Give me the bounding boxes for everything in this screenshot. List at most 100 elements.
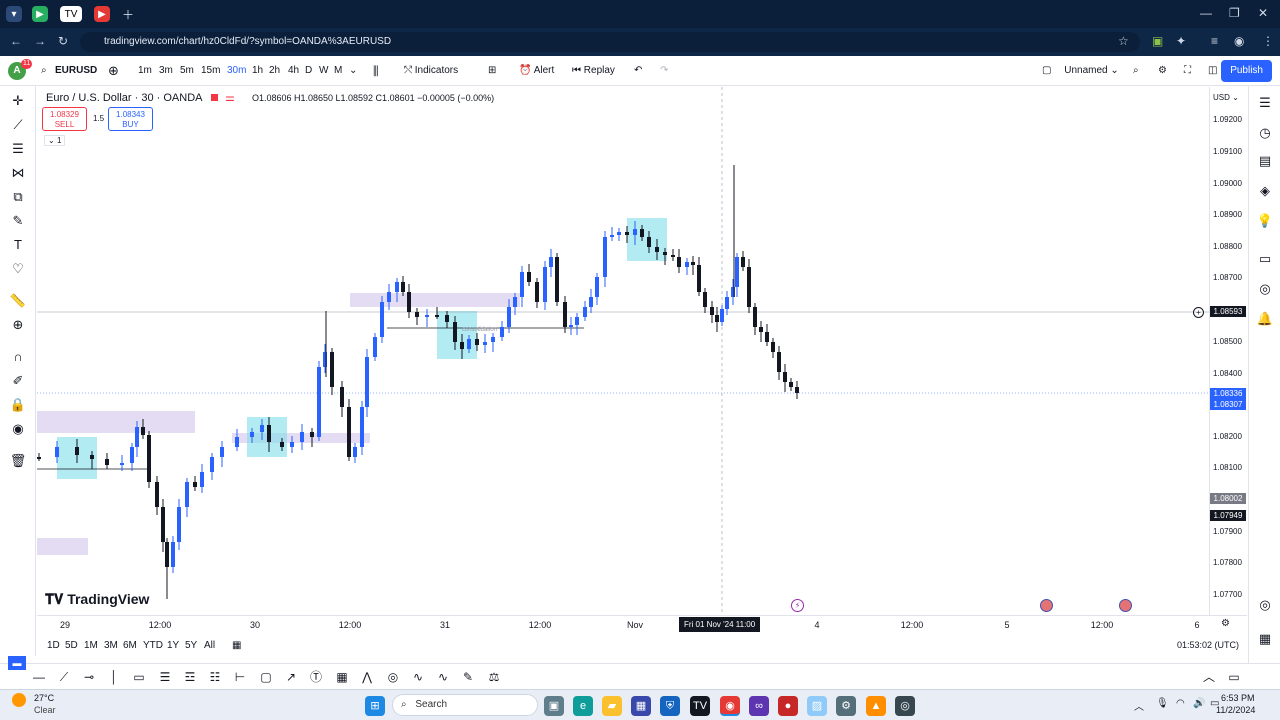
range-6M[interactable]: 6M [123, 640, 137, 651]
abcd-icon[interactable]: ∿ [434, 668, 452, 686]
time-scale[interactable]: 2912:003012:003112:00Nov12:00412:00512:0… [37, 615, 1247, 633]
fib-tool-icon[interactable]: ☰ [156, 668, 174, 686]
interval-1h[interactable]: 1h [252, 56, 263, 86]
lock-icon[interactable]: 🔒 [9, 396, 27, 414]
forward-icon[interactable]: → [34, 34, 46, 48]
publish-button[interactable]: Publish [1221, 60, 1272, 82]
text-tool-icon[interactable]: Ⓣ [307, 668, 325, 686]
stay-drawing-icon[interactable]: ✐ [9, 372, 27, 390]
interval-30m[interactable]: 30m [227, 56, 246, 86]
horizontal-ray-icon[interactable]: ⊸ [80, 668, 98, 686]
edge-icon[interactable]: e [573, 696, 593, 716]
tab-youtube-icon[interactable]: ▶ [94, 6, 110, 22]
elliott-icon[interactable]: ∿ [409, 668, 427, 686]
interval-M[interactable]: M [334, 56, 342, 86]
obs-icon[interactable]: ◎ [895, 696, 915, 716]
snapshot-camera-icon[interactable]: ◫ [1208, 56, 1217, 86]
symbol-name[interactable]: EURUSD [55, 56, 97, 86]
fib-retracement-icon[interactable]: ☰ [9, 140, 27, 158]
date-range-icon[interactable]: ▦ [232, 640, 241, 651]
quick-search-icon[interactable]: ⌕ [1133, 56, 1139, 86]
time-settings-icon[interactable]: ⚙ [1221, 618, 1230, 629]
search-icon[interactable]: ⌕ [41, 56, 47, 86]
extension-icon[interactable]: ▣ [1152, 34, 1163, 48]
range-1Y[interactable]: 1Y [167, 640, 179, 651]
vertical-line-icon[interactable]: │ [105, 668, 123, 686]
templates-icon[interactable]: ⊞ [488, 56, 496, 86]
range-1D[interactable]: 1D [47, 640, 60, 651]
reading-list-icon[interactable]: ≡ [1211, 34, 1218, 48]
callout-icon[interactable]: ▢ [257, 668, 275, 686]
taskbar-time[interactable]: 6:53 PM [1221, 693, 1255, 703]
minimize-icon[interactable]: — [1200, 6, 1212, 20]
alerts-clock-icon[interactable]: ◷ [1256, 124, 1274, 142]
layers-icon[interactable]: ◈ [1256, 182, 1274, 200]
ruler-tool-icon[interactable]: ⚖ [485, 668, 503, 686]
ruler-icon[interactable]: 📏 [9, 292, 27, 310]
file-explorer-icon[interactable]: ▰ [602, 696, 622, 716]
alert-button[interactable]: ⏰ Alert [519, 56, 554, 86]
windows-start-icon[interactable]: ⊞ [365, 696, 385, 716]
interval-15m[interactable]: 15m [201, 56, 220, 86]
rectangle-icon[interactable]: ▭ [130, 668, 148, 686]
reload-icon[interactable]: ↻ [58, 34, 68, 48]
settings-gear-icon[interactable]: ⚙ [1158, 56, 1167, 86]
taskbar-date[interactable]: 11/2/2024 [1216, 705, 1255, 715]
defender-icon[interactable]: ⛨ [660, 696, 680, 716]
ideas-bulb-icon[interactable]: 💡 [1256, 212, 1274, 230]
restore-icon[interactable]: ❐ [1229, 6, 1240, 20]
notifications-bell-icon[interactable]: 🔔 [1256, 310, 1274, 328]
extensions-puzzle-icon[interactable]: ✦ [1176, 34, 1186, 48]
grid-tool-icon[interactable]: ▦ [333, 668, 351, 686]
horizontal-line-icon[interactable]: — [30, 668, 48, 686]
favorites-heart-icon[interactable]: ♡ [9, 260, 27, 278]
new-tab-icon[interactable]: ＋ [122, 6, 134, 23]
range-5Y[interactable]: 5Y [185, 640, 197, 651]
photos-icon[interactable]: ▨ [807, 696, 827, 716]
path-icon[interactable]: ↗ [282, 668, 300, 686]
target-icon[interactable]: ◎ [1256, 596, 1274, 614]
range-All[interactable]: All [204, 640, 215, 651]
collapse-up-icon[interactable]: ︿ [1200, 668, 1218, 686]
chrome-icon[interactable]: ◉ [720, 696, 740, 716]
range-1M[interactable]: 1M [84, 640, 98, 651]
browser-menu-icon[interactable]: ⋮ [1262, 34, 1274, 48]
task-view-icon[interactable]: ▣ [544, 696, 564, 716]
indicators-button[interactable]: ⤲ Indicators [404, 56, 458, 86]
fib-extension-icon[interactable]: ☲ [181, 668, 199, 686]
intervals-dropdown-icon[interactable]: ⌄ [349, 56, 357, 86]
recorder-icon[interactable]: ● [778, 696, 798, 716]
url-field[interactable]: tradingview.com/chart/hz0CldFd/?symbol=O… [80, 32, 1140, 52]
text-icon[interactable]: T [9, 236, 27, 254]
fullscreen-icon[interactable]: ⛶ [1184, 56, 1191, 86]
layout-button[interactable]: ▢ Unnamed ⌄ [1042, 56, 1119, 86]
range-3M[interactable]: 3M [104, 640, 118, 651]
crosshair-icon[interactable]: ✛ [9, 92, 27, 110]
eye-icon[interactable]: ◉ [9, 420, 27, 438]
profile-icon[interactable]: ◉ [1234, 34, 1244, 48]
tradingview-app-icon[interactable]: TV [690, 696, 710, 716]
close-icon[interactable]: ✕ [1258, 6, 1268, 20]
magnet-icon[interactable]: ∩ [9, 348, 27, 366]
event-us-flag-icon[interactable] [1040, 599, 1053, 612]
circle-tool-icon[interactable]: ◎ [384, 668, 402, 686]
brush-tool-icon[interactable]: ✎ [459, 668, 477, 686]
volume-icon[interactable]: 🔊 [1193, 698, 1205, 709]
microphone-icon[interactable]: 🎙 [1156, 698, 1169, 709]
interval-2h[interactable]: 2h [269, 56, 280, 86]
range-YTD[interactable]: YTD [143, 640, 163, 651]
streams-icon[interactable]: ◎ [1256, 280, 1274, 298]
data-window-icon[interactable]: ▤ [1256, 152, 1274, 170]
watchlist-icon[interactable]: ☰ [1256, 94, 1274, 112]
range-5D[interactable]: 5D [65, 640, 78, 651]
interval-4h[interactable]: 4h [288, 56, 299, 86]
date-range-tool-icon[interactable]: ⊢ [231, 668, 249, 686]
wifi-icon[interactable]: ◠ [1176, 698, 1185, 709]
chat-icon[interactable]: ▭ [1256, 250, 1274, 268]
event-us-flag-icon-2[interactable] [1119, 599, 1132, 612]
crosshair-add-icon[interactable]: + [1193, 307, 1204, 318]
panel-toggle-icon[interactable]: ▬ [8, 656, 26, 670]
brush-icon[interactable]: ✎ [9, 212, 27, 230]
calendar-icon[interactable]: ▦ [1256, 630, 1274, 648]
trend-line-icon[interactable]: ⟋ [9, 116, 27, 134]
